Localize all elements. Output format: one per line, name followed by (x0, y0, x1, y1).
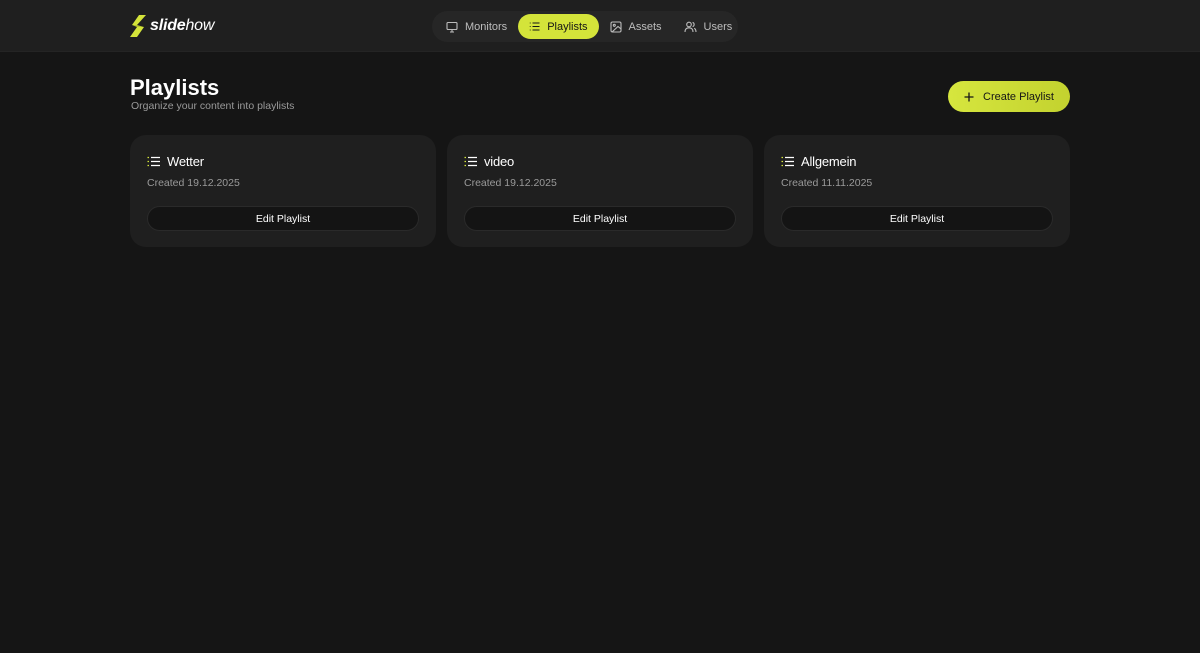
nav-item-label: Users (703, 20, 733, 33)
image-icon (609, 20, 622, 33)
brand-name-bold: slide (150, 17, 186, 34)
page-subtitle: Organize your content into playlists (131, 100, 295, 112)
edit-playlist-button[interactable]: Edit Playlist (781, 206, 1053, 231)
page-title: Playlists (130, 75, 220, 100)
playlist-card: Allgemein Created 11.11.2025 Edit Playli… (764, 135, 1070, 247)
plus-icon (964, 92, 974, 101)
playlist-card-header: Allgemein (781, 154, 856, 169)
playlist-card-header: Wetter (147, 154, 204, 169)
nav-item-monitors[interactable]: Monitors (435, 14, 518, 39)
playlist-name: video (484, 154, 515, 169)
nav-item-users[interactable]: Users (673, 14, 744, 39)
nav-item-label: Monitors (465, 20, 508, 33)
main-nav: Monitors Playlists Assets Users (432, 11, 738, 42)
playlist-card: Wetter Created 19.12.2025 Edit Playlist (130, 135, 436, 247)
edit-playlist-button[interactable]: Edit Playlist (464, 206, 736, 231)
nav-item-label: Playlists (547, 20, 588, 33)
playlist-created-date: Created 19.12.2025 (464, 177, 557, 189)
list-icon (781, 156, 794, 167)
slidehow-logo-icon (130, 15, 146, 37)
playlist-card: video Created 19.12.2025 Edit Playlist (447, 135, 753, 247)
list-icon (147, 156, 160, 167)
users-icon (683, 21, 697, 32)
brand-name: slidehow (150, 17, 214, 35)
playlist-name: Wetter (167, 154, 204, 169)
playlist-created-date: Created 19.12.2025 (147, 177, 240, 189)
create-playlist-button[interactable]: Create Playlist (948, 81, 1070, 112)
playlist-card-header: video (464, 154, 514, 169)
nav-item-playlists[interactable]: Playlists (518, 14, 599, 39)
list-icon (464, 156, 477, 167)
create-playlist-label: Create Playlist (983, 90, 1054, 103)
playlist-name: Allgemein (801, 154, 857, 169)
edit-playlist-button[interactable]: Edit Playlist (147, 206, 419, 231)
top-bar: slidehow Monitors Playlists Assets Users (0, 0, 1200, 52)
brand-logo[interactable]: slidehow (130, 15, 214, 37)
nav-item-label: Assets (628, 20, 662, 33)
nav-item-assets[interactable]: Assets (599, 14, 673, 39)
brand-name-thin: how (185, 17, 215, 34)
list-icon (529, 22, 540, 31)
playlist-created-date: Created 11.11.2025 (781, 177, 873, 189)
monitor-icon (446, 21, 458, 33)
